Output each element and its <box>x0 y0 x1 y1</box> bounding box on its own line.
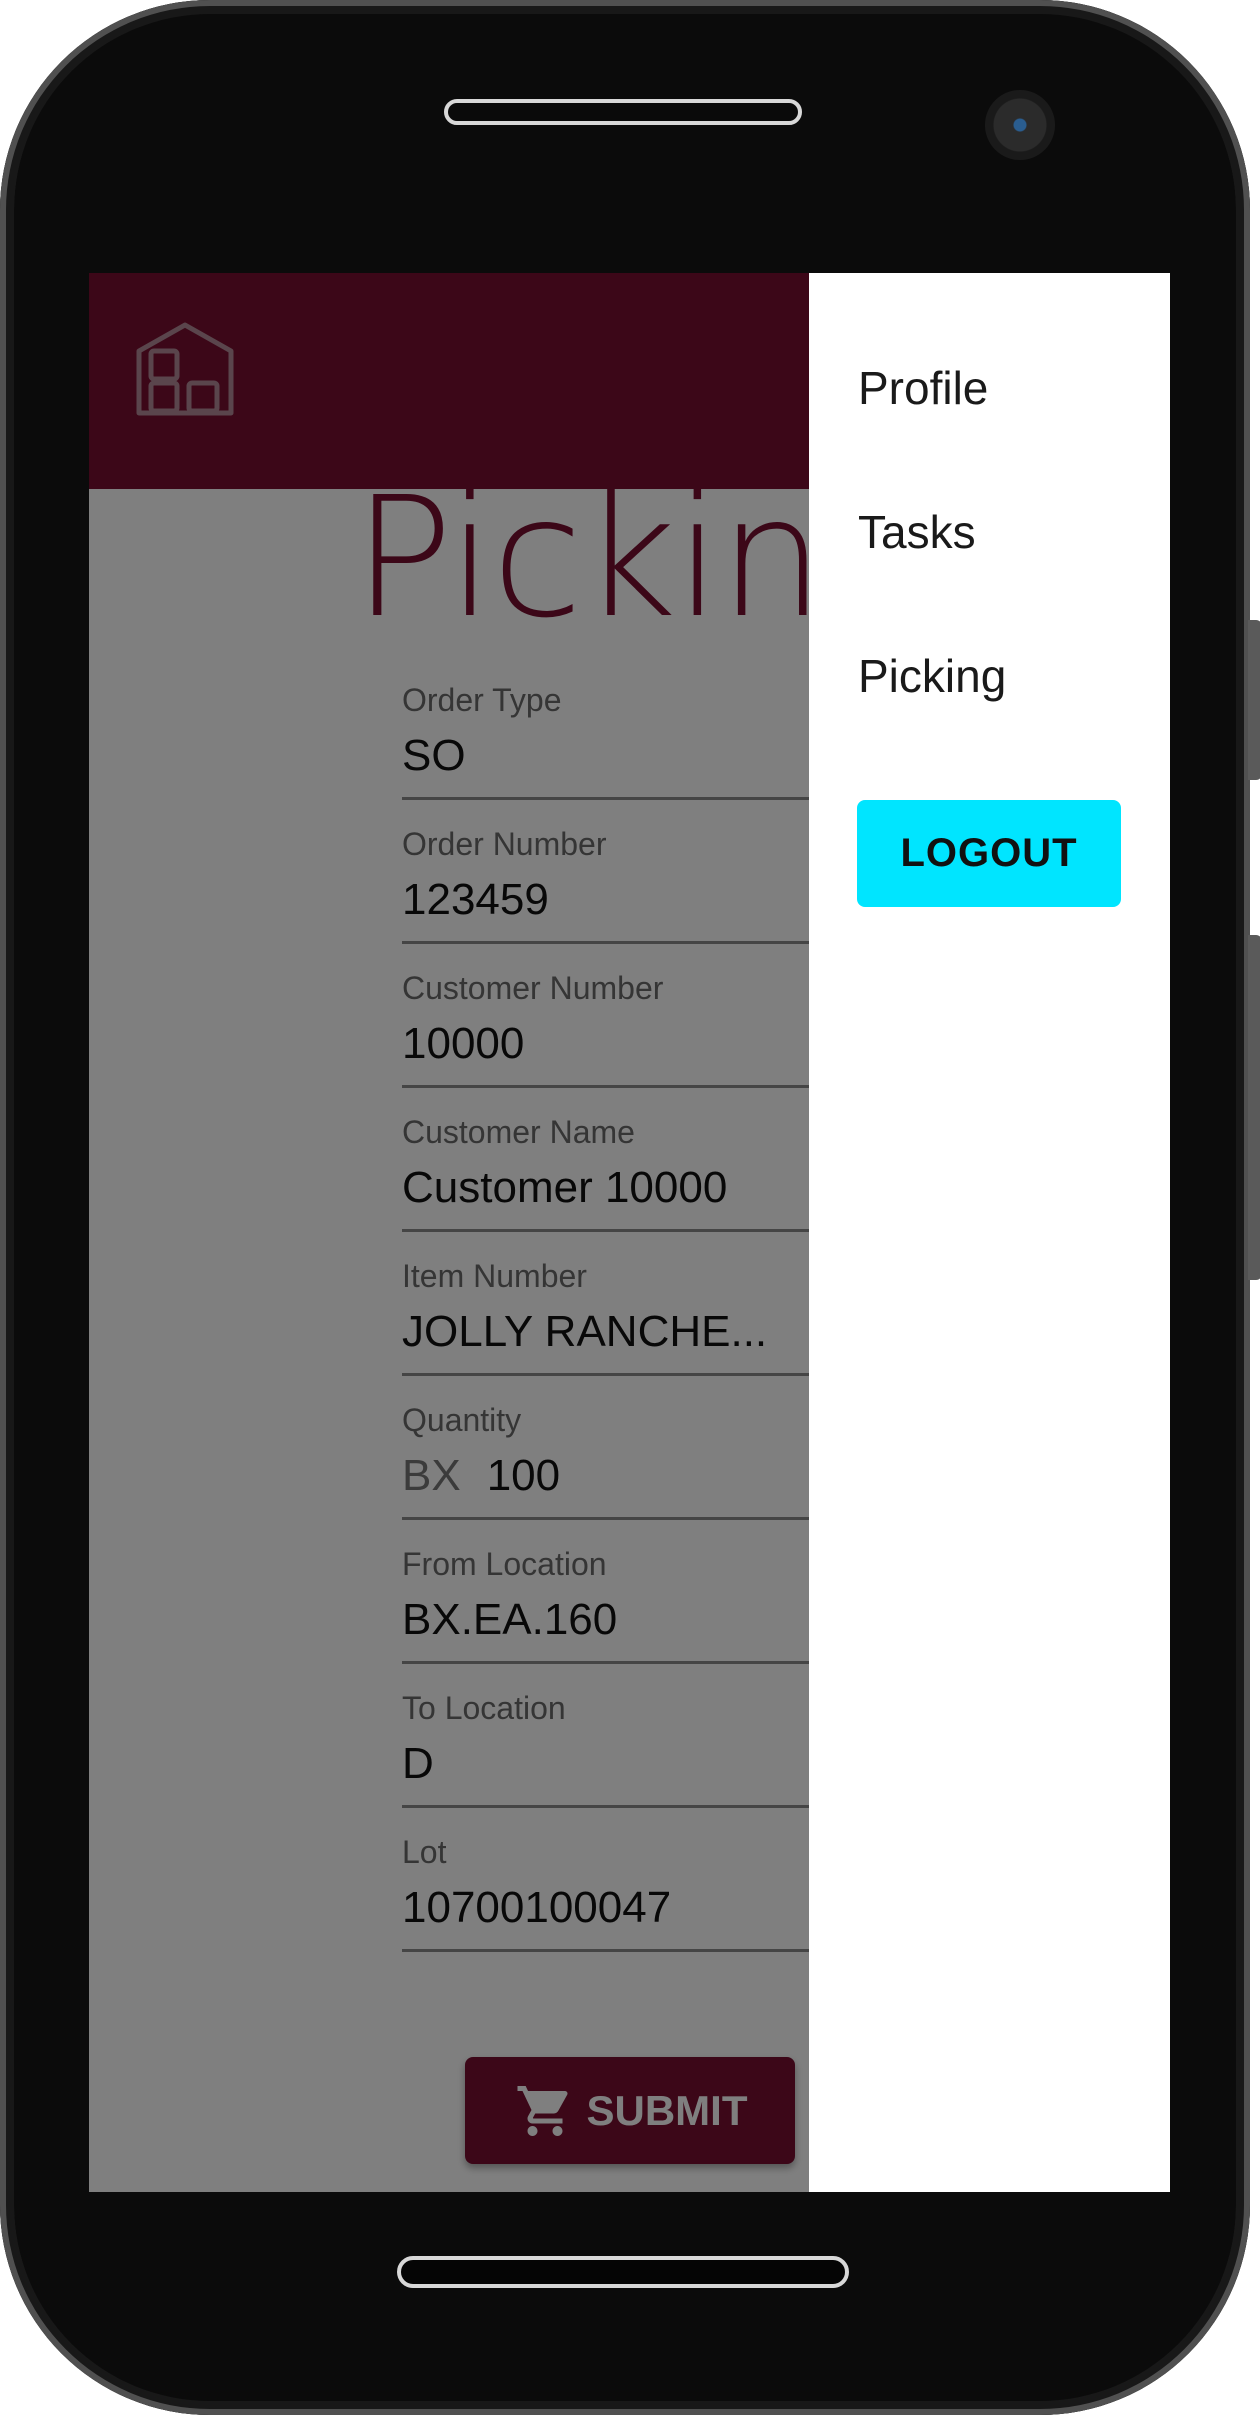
front-camera <box>985 90 1055 160</box>
power-button <box>1248 935 1260 1280</box>
drawer-item-tasks[interactable]: Tasks <box>858 505 976 559</box>
drawer-item-profile[interactable]: Profile <box>858 361 988 415</box>
volume-button <box>1248 620 1260 780</box>
bottom-speaker <box>397 2256 849 2288</box>
logout-button[interactable]: LOGOUT <box>857 800 1121 907</box>
app-screen: Picking Order Type SO Order Number 12345… <box>89 273 1170 2192</box>
drawer-item-picking[interactable]: Picking <box>858 649 1006 703</box>
phone-frame: Picking Order Type SO Order Number 12345… <box>0 0 1260 2415</box>
navigation-drawer: Profile Tasks Picking LOGOUT <box>809 273 1170 2192</box>
earpiece-speaker <box>444 99 802 125</box>
